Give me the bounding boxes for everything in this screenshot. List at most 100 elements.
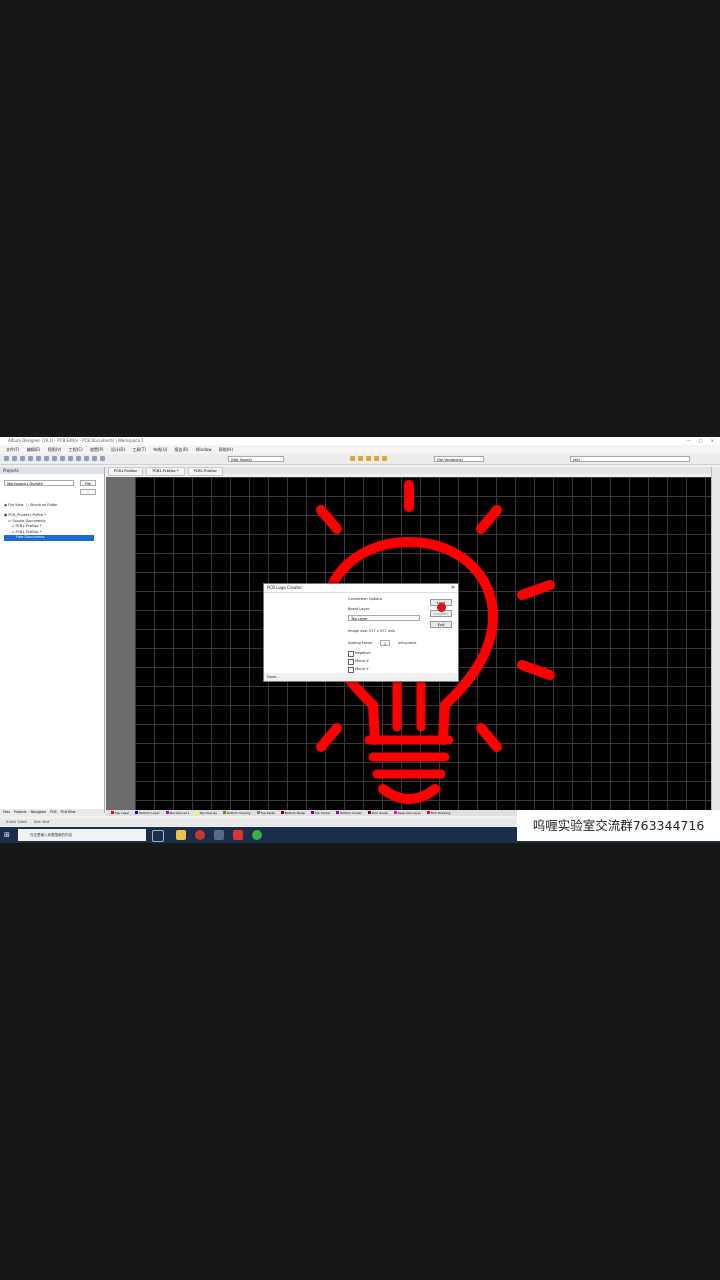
select-icon[interactable] (76, 456, 81, 461)
menu-tools[interactable]: 工具(T) (132, 447, 146, 452)
negative-checkbox[interactable] (348, 651, 354, 657)
minimize-icon[interactable]: — (687, 437, 691, 445)
layer-tab-bottom-overlay[interactable]: Bottom Overlay (223, 811, 251, 815)
document-combo[interactable]: (Not Saved) (228, 456, 284, 462)
altium-icon[interactable] (214, 830, 224, 840)
layer-tab-drill-drawing[interactable]: Drill Drawing (426, 811, 450, 815)
move-icon[interactable] (84, 456, 89, 461)
open-icon[interactable] (12, 456, 17, 461)
workspace-button[interactable]: File (80, 480, 96, 486)
zoom-icon[interactable] (36, 456, 41, 461)
tree-item-free-docs[interactable]: Free Documents (4, 535, 94, 541)
maximize-icon[interactable]: □ (699, 437, 703, 445)
panel-title: Projects (0, 467, 104, 474)
fill-icon[interactable] (374, 456, 379, 461)
window-controls: — □ ✕ (687, 437, 714, 445)
menu-design[interactable]: 设计(D) (111, 447, 125, 452)
menu-file[interactable]: 文件(F) (6, 447, 19, 452)
wechat-icon[interactable] (252, 830, 262, 840)
menu-reports[interactable]: 报告(R) (175, 447, 189, 452)
cut-icon[interactable] (52, 456, 57, 461)
layer-label: Top Overlay (199, 811, 218, 815)
copy-icon[interactable] (60, 456, 65, 461)
undo-icon[interactable] (92, 456, 97, 461)
document-tabs: PCB1.PcbDoc PCB1.PcbDoc * PCB1.PcbDoc (106, 467, 720, 476)
panel-tab-files[interactable]: Files (3, 810, 10, 814)
string-icon[interactable] (382, 456, 387, 461)
variations-combo[interactable]: (No Variations) (434, 456, 484, 462)
redo-icon[interactable] (100, 456, 105, 461)
layer-tab-top-paste[interactable]: Top Paste (256, 811, 275, 815)
save-icon[interactable] (20, 456, 25, 461)
paste-icon[interactable] (68, 456, 73, 461)
workspace-combo[interactable]: Workspace1.DsnWrk (4, 480, 74, 486)
dialog-body: Conversion Options Board Layer Top Layer… (264, 593, 458, 673)
layer-swatch (195, 811, 199, 814)
bulb-ray-bottom-right (476, 723, 502, 752)
doc-tab[interactable]: PCB1.PcbDoc (108, 467, 144, 476)
tree-label: Free Documents (16, 535, 45, 539)
scaling-factor-input[interactable]: 1 (380, 640, 390, 646)
layer-label: Top Solder (314, 811, 331, 815)
right-panel-strip[interactable] (711, 467, 720, 813)
app-icon[interactable] (195, 830, 205, 840)
print-icon[interactable] (28, 456, 33, 461)
layer-swatch (393, 811, 397, 814)
layer-tab-drill-guide[interactable]: Drill Guide (367, 811, 388, 815)
tree-label: Source Documents (12, 518, 46, 523)
layer-tab-bottom-solder[interactable]: Bottom Solder (336, 811, 362, 815)
file-explorer-icon[interactable] (176, 830, 186, 840)
doc-tab[interactable]: PCB1.PcbDoc (187, 467, 224, 476)
menu-project[interactable]: 工程(C) (69, 447, 83, 452)
project-button[interactable] (80, 489, 96, 495)
tree-label: PCB1.PcbDoc * (15, 529, 42, 534)
panel-tab-projects[interactable]: Projects (14, 810, 27, 814)
watermark-banner: 呜喱实验室交流群763344716 (517, 810, 720, 841)
close-icon[interactable]: ✕ (711, 437, 714, 445)
global-search[interactable]: (all) (570, 456, 690, 462)
layer-tab-mech1[interactable]: Mechanical 1 (165, 811, 189, 815)
layer-tab-top-overlay[interactable]: Top Overlay (195, 811, 217, 815)
windows-start-icon[interactable]: ⊞ (4, 831, 10, 839)
board-layer-select[interactable]: Top Layer (348, 615, 420, 621)
menu-help[interactable]: 帮助(H) (219, 447, 233, 452)
zoom-fit-icon[interactable] (44, 456, 49, 461)
layer-swatch (426, 811, 430, 814)
image-size-label: Image size: (348, 629, 369, 633)
dialog-close-icon[interactable]: ✕ (451, 584, 455, 592)
exit-button[interactable]: Exit (430, 621, 452, 628)
layer-tab-top-solder[interactable]: Top Solder (310, 811, 331, 815)
mirror-x-checkbox[interactable] (348, 659, 354, 665)
bulb-ray-bottom-left (316, 723, 342, 752)
layer-label: Bottom Solder (340, 811, 362, 815)
layer-swatch (256, 811, 260, 814)
panel-tab-pcb[interactable]: PCB (50, 810, 56, 814)
task-view-icon[interactable] (152, 830, 164, 842)
layer-swatch (165, 811, 169, 814)
negative-label: Negative (355, 651, 371, 655)
view-mode: ◉ File View ○ Structure Editor (4, 503, 58, 507)
layer-tab-keepout[interactable]: Keep-Out Layer (393, 811, 421, 815)
panel-tabs: Files Projects Navigator PCB PCB Filter (0, 809, 104, 816)
menu-route[interactable]: 布线(U) (153, 447, 167, 452)
pcb-logo-creator-dialog: PCB Logo Creator ✕ Conversion Options Bo… (263, 583, 459, 682)
layer-tab-bottom[interactable]: Bottom Layer (135, 811, 160, 815)
panel-tab-navigator[interactable]: Navigator (31, 810, 47, 814)
menu-view[interactable]: 视图(V) (48, 447, 62, 452)
menu-bar: 文件(F) 编辑(E) 视图(V) 工程(C) 放置(P) 设计(D) 工具(T… (0, 445, 720, 454)
layer-tab-bottom-paste[interactable]: Bottom Paste (280, 811, 305, 815)
layer-tab-top[interactable]: Top Layer (111, 811, 129, 815)
pad-icon[interactable] (366, 456, 371, 461)
menu-place[interactable]: 放置(P) (90, 447, 104, 452)
new-icon[interactable] (4, 456, 9, 461)
mirror-y-label: Mirror Y (355, 667, 369, 671)
panel-tab-pcb-filter[interactable]: PCB Filter (61, 810, 76, 814)
taskbar-search[interactable]: 在这里输入你要搜索的内容 (18, 829, 146, 841)
doc-tab[interactable]: PCB1.PcbDoc * (146, 467, 185, 476)
route-icon[interactable] (350, 456, 355, 461)
recorder-icon[interactable] (233, 830, 243, 840)
menu-window[interactable]: Window (196, 447, 212, 452)
dialog-title: PCB Logo Creator (267, 585, 303, 590)
via-icon[interactable] (358, 456, 363, 461)
menu-edit[interactable]: 编辑(E) (27, 447, 41, 452)
